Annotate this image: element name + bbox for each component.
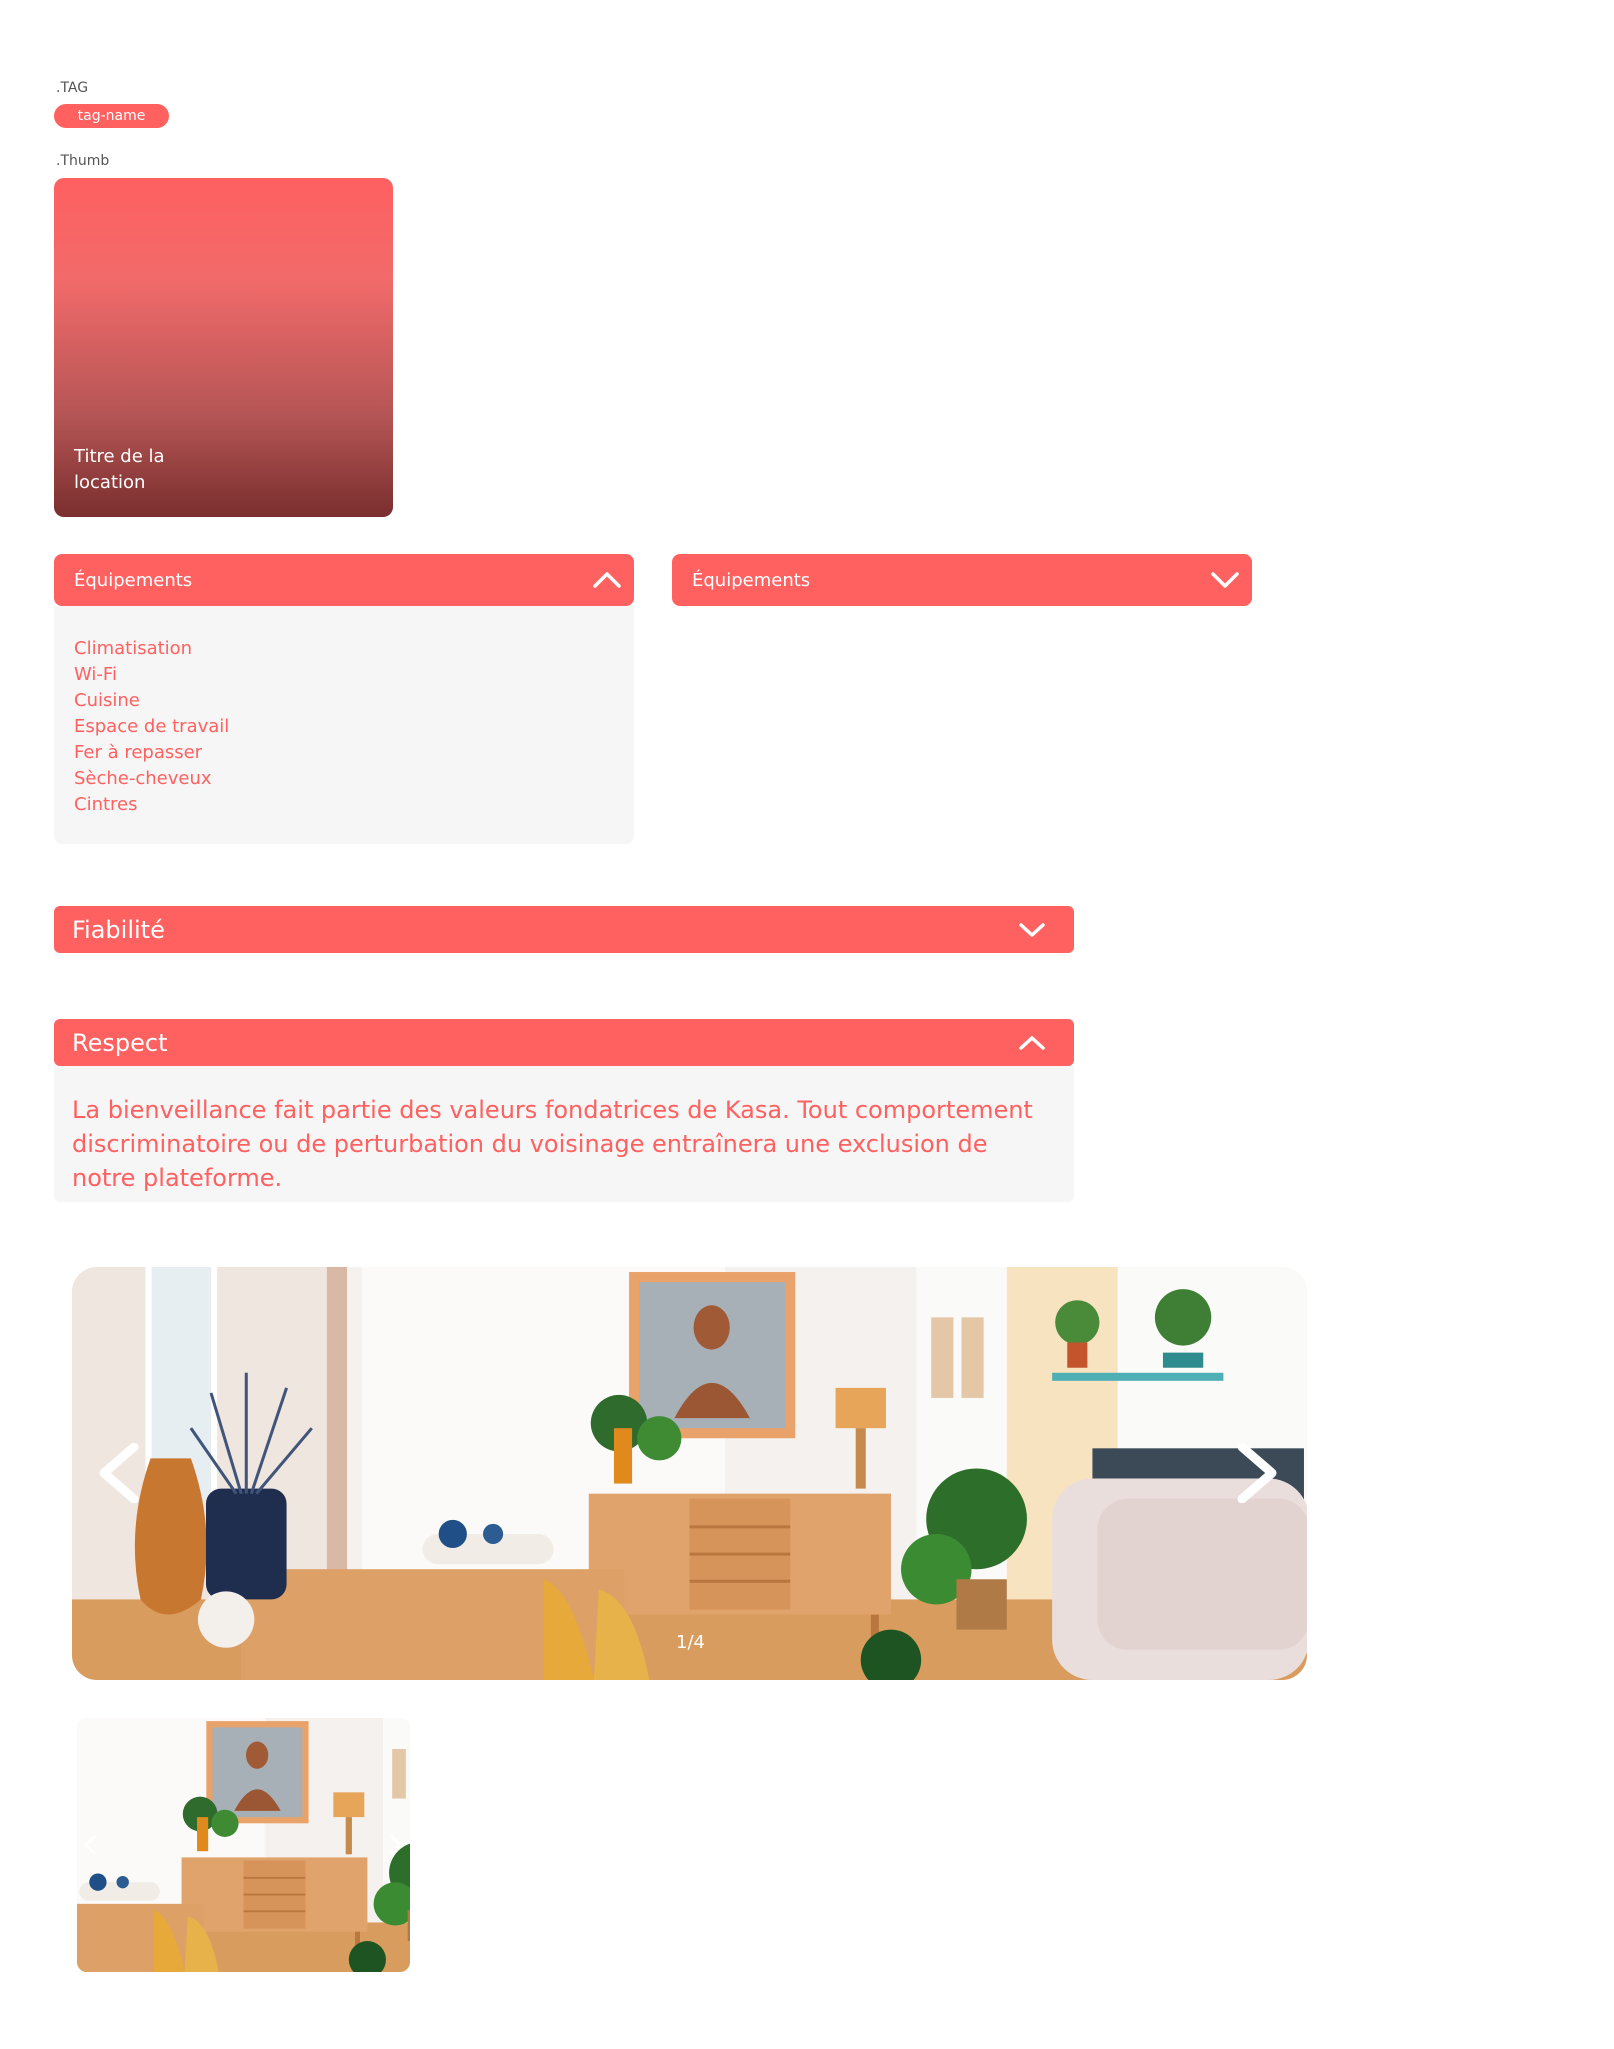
fiabilite-collapse-header[interactable]: Fiabilité — [54, 906, 1074, 953]
location-thumb-card[interactable]: Titre de la location — [54, 178, 393, 517]
slideshow-photo — [72, 1267, 1307, 1680]
list-item: Cuisine — [74, 690, 140, 711]
respect-collapse-body: La bienveillance fait partie des valeurs… — [54, 1066, 1074, 1202]
slideshow: 1/4 — [72, 1267, 1307, 1680]
tag-section-label: .TAG — [56, 80, 89, 96]
thumb-section-label: .Thumb — [56, 153, 110, 169]
respect-text: La bienveillance fait partie des valeurs… — [72, 1096, 1033, 1192]
chevron-left-icon[interactable] — [83, 1835, 97, 1855]
chevron-up-icon — [593, 572, 621, 588]
chevron-right-icon[interactable] — [1234, 1443, 1282, 1503]
list-item: Espace de travail — [74, 716, 230, 737]
equipements-collapse-title: Équipements — [74, 569, 193, 591]
chevron-left-icon[interactable] — [94, 1443, 142, 1503]
fiabilite-title: Fiabilité — [72, 915, 165, 944]
list-item: Fer à repasser — [74, 742, 203, 763]
equipements-collapse-title-closed: Équipements — [692, 569, 811, 591]
list-item: Cintres — [74, 794, 138, 815]
location-thumb-title: Titre de la location — [74, 446, 165, 493]
equipements-collapse-header-open[interactable]: Équipements — [54, 554, 634, 606]
equipements-collapse-body: Climatisation Wi-Fi Cuisine Espace de tr… — [54, 606, 634, 844]
respect-collapse-header[interactable]: Respect — [54, 1019, 1074, 1066]
equipements-collapse-header-closed[interactable]: Équipements — [672, 554, 1252, 606]
tag-pill: tag-name — [54, 104, 169, 128]
slideshow-mobile-photo — [77, 1718, 410, 1972]
equipements-list: Climatisation Wi-Fi Cuisine Espace de tr… — [74, 636, 614, 818]
slide-counter: 1/4 — [676, 1632, 705, 1653]
chevron-right-icon[interactable] — [389, 1835, 403, 1855]
slideshow-mobile — [77, 1718, 410, 1972]
chevron-down-icon — [1019, 922, 1045, 937]
list-item: Wi-Fi — [74, 664, 117, 685]
chevron-up-icon — [1019, 1035, 1045, 1050]
list-item: Sèche-cheveux — [74, 768, 212, 789]
list-item: Climatisation — [74, 638, 193, 659]
respect-title: Respect — [72, 1028, 168, 1057]
chevron-down-icon — [1211, 572, 1239, 588]
